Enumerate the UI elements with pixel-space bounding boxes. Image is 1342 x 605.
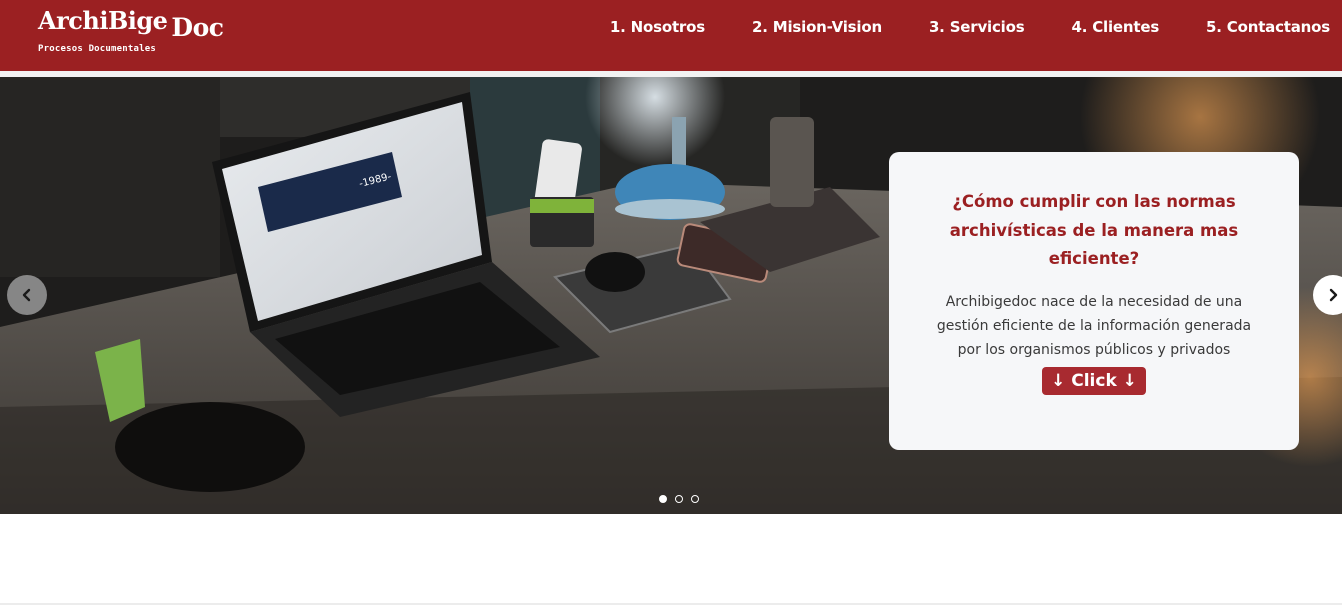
caption-title: ¿Cómo cumplir con las normas archivístic… (949, 192, 1239, 268)
nav-menu: 1. Nosotros 2. Mision-Vision 3. Servicio… (610, 18, 1330, 36)
carousel-caption-card: ¿Cómo cumplir con las normas archivístic… (889, 152, 1299, 450)
carousel-indicator-3[interactable] (691, 495, 699, 503)
nav-link-mision-vision[interactable]: 2. Mision-Vision (752, 18, 882, 36)
nav-link-nosotros[interactable]: 1. Nosotros (610, 18, 705, 36)
carousel-indicators (659, 495, 699, 503)
brand-tagline: Procesos Documentales (38, 44, 156, 54)
click-button[interactable]: ↓ Click ↓ (1042, 366, 1146, 395)
carousel-prev-button[interactable] (7, 275, 47, 315)
hero-carousel: -1989- ¿Cómo cumplir con las normas arch… (0, 77, 1342, 514)
nav-link-servicios[interactable]: 3. Servicios (929, 18, 1025, 36)
nav-link-clientes[interactable]: 4. Clientes (1071, 18, 1159, 36)
nav-link-contactanos[interactable]: 5. Contactanos (1206, 18, 1330, 36)
carousel-indicator-1[interactable] (659, 495, 667, 503)
carousel-indicator-2[interactable] (675, 495, 683, 503)
brand-name: ArchiBige Doc (38, 6, 224, 42)
chevron-left-icon (22, 288, 31, 302)
navbar: ArchiBige Doc Procesos Documentales 1. No… (0, 0, 1342, 71)
caption-text: Archibigedoc nace de la necesidad de una… (936, 293, 1252, 358)
brand-logo[interactable]: ArchiBige Doc Procesos Documentales (38, 6, 224, 54)
chevron-right-icon (1329, 288, 1338, 302)
brand-name-suffix: Doc (171, 13, 224, 42)
